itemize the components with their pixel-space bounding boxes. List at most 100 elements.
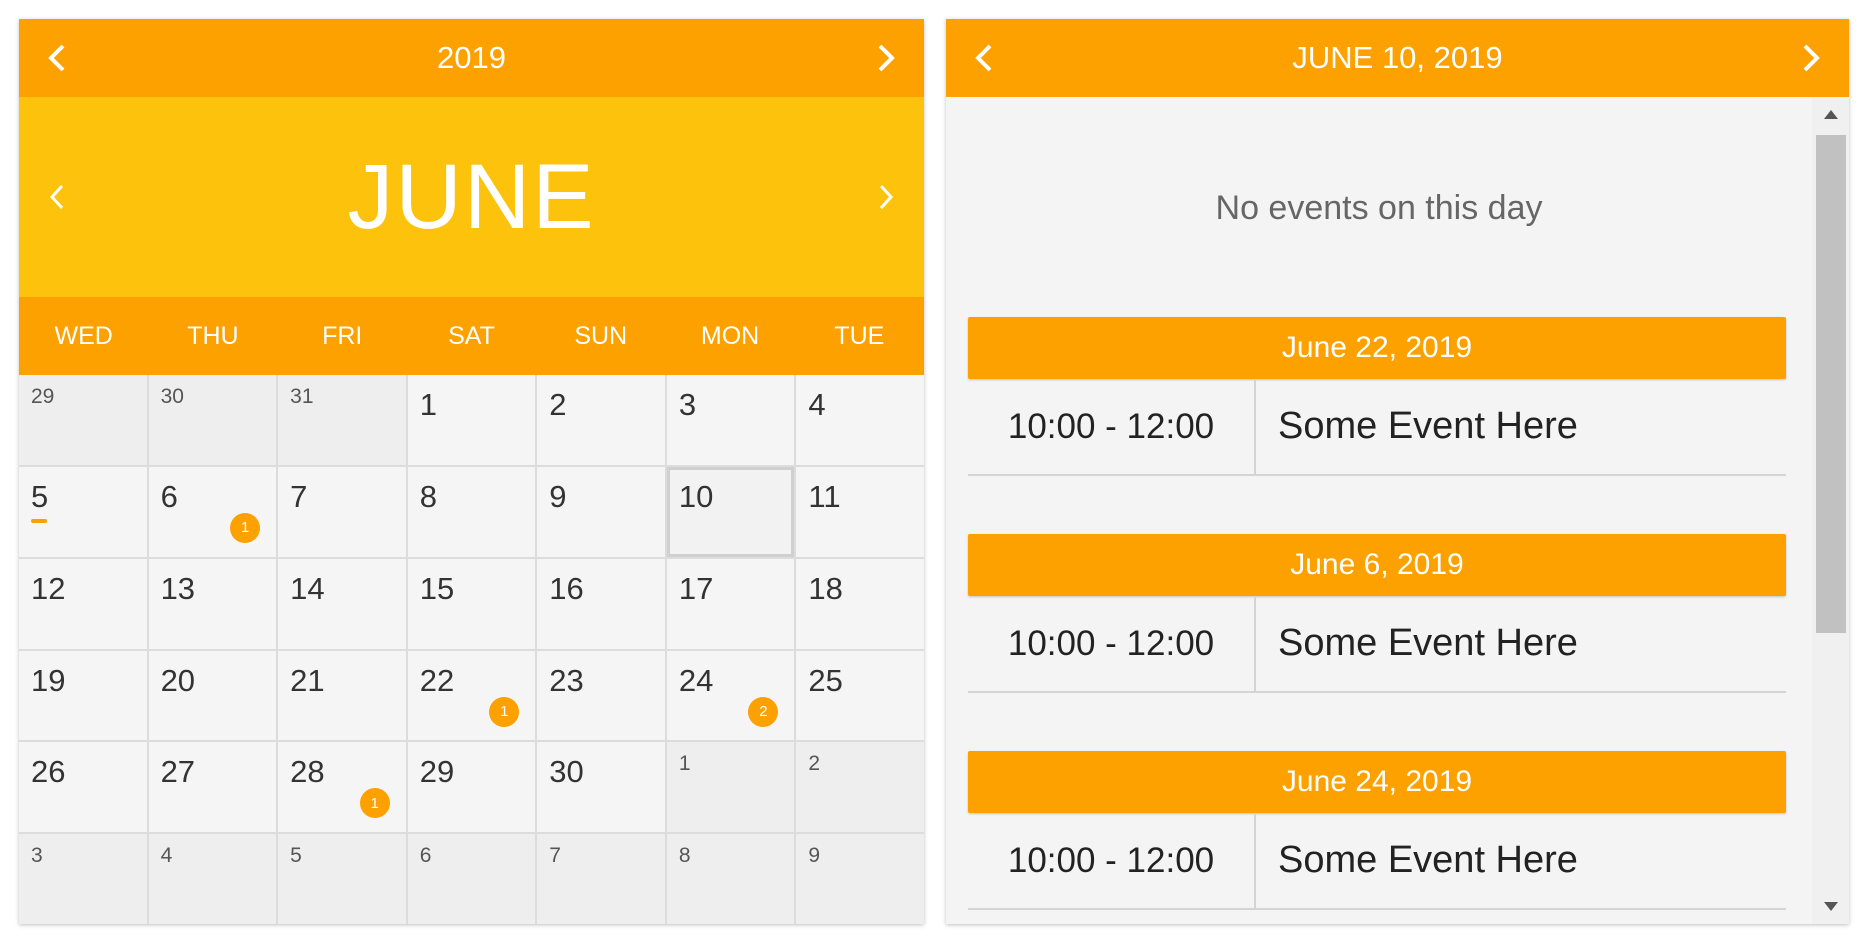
next-day-button[interactable] bbox=[1773, 19, 1849, 97]
day-number: 13 bbox=[160, 570, 196, 606]
event-row[interactable]: 10:00 - 12:00 Some Event Here bbox=[968, 813, 1786, 910]
day-cell[interactable]: 30 bbox=[148, 375, 277, 465]
event-title: Some Event Here bbox=[1278, 622, 1578, 664]
month-bar: JUNE bbox=[19, 97, 924, 297]
day-cell[interactable]: 1 bbox=[666, 742, 795, 833]
day-cell[interactable]: 30 bbox=[537, 742, 665, 833]
day-cell[interactable]: 8 bbox=[666, 834, 795, 924]
prev-month-button[interactable] bbox=[19, 97, 95, 297]
day-cell[interactable]: 17 bbox=[666, 558, 795, 649]
agenda-body: No events on this day June 22, 2019 10:00… bbox=[946, 97, 1849, 924]
day-number: 31 bbox=[290, 385, 314, 408]
day-cell[interactable]: 29 bbox=[407, 742, 536, 833]
day-number: 1 bbox=[678, 752, 691, 776]
day-number: 25 bbox=[808, 662, 843, 698]
weekday-label: SUN bbox=[574, 321, 628, 350]
year-bar: 2019 bbox=[19, 19, 924, 97]
day-cell[interactable]: 4 bbox=[148, 834, 277, 924]
weekday-header: WED THU FRI SAT SUN MON TUE bbox=[19, 297, 924, 375]
event-row[interactable]: 10:00 - 12:00 Some Event Here bbox=[968, 596, 1786, 693]
day-number: 27 bbox=[160, 754, 196, 790]
day-cell[interactable]: 3 bbox=[19, 834, 147, 924]
scroll-down-button[interactable] bbox=[1812, 890, 1849, 924]
day-cell[interactable]: 20 bbox=[148, 650, 277, 741]
day-number: 28 bbox=[290, 754, 325, 790]
event-row[interactable]: 10:00 - 12:00 Some Event Here bbox=[968, 379, 1786, 476]
day-cell[interactable]: 18 bbox=[796, 558, 924, 649]
day-number: 4 bbox=[160, 844, 173, 868]
day-number: 18 bbox=[808, 570, 843, 606]
scrollbar[interactable] bbox=[1812, 97, 1849, 924]
event-count-badge: 1 bbox=[359, 788, 390, 819]
day-number: 23 bbox=[549, 662, 584, 698]
agenda-date-label: JUNE 10, 2019 bbox=[1292, 40, 1503, 75]
day-number: 29 bbox=[31, 385, 55, 408]
agenda-panel: JUNE 10, 2019 No events on this day June… bbox=[946, 19, 1849, 924]
day-number: 3 bbox=[678, 387, 697, 422]
year-label: 2019 bbox=[437, 40, 506, 75]
day-cell[interactable]: 4 bbox=[796, 375, 924, 465]
day-number: 30 bbox=[549, 754, 584, 790]
scroll-up-button[interactable] bbox=[1812, 97, 1849, 131]
day-cell[interactable]: 6 bbox=[407, 834, 536, 924]
day-cell[interactable]: 5 bbox=[19, 466, 147, 557]
day-cell[interactable]: 31 bbox=[278, 375, 406, 465]
day-cell[interactable]: 9 bbox=[796, 834, 924, 924]
day-cell[interactable]: 11 bbox=[796, 466, 924, 557]
day-number: 5 bbox=[290, 844, 302, 868]
day-cell[interactable]: 16 bbox=[537, 558, 665, 649]
day-number: 26 bbox=[31, 754, 66, 790]
day-number: 7 bbox=[290, 478, 308, 514]
day-number: 11 bbox=[808, 478, 841, 514]
day-cell[interactable]: 8 bbox=[407, 466, 536, 557]
day-cell[interactable]: 19 bbox=[19, 650, 147, 741]
day-number: 20 bbox=[160, 662, 196, 698]
event-time: 10:00 - 12:00 bbox=[968, 813, 1256, 908]
day-cell[interactable]: 7 bbox=[278, 466, 406, 557]
day-cell[interactable]: 12 bbox=[19, 558, 147, 649]
day-number: 16 bbox=[549, 570, 584, 606]
day-cell[interactable]: 2 bbox=[537, 375, 665, 465]
day-cell[interactable]: 3 bbox=[666, 375, 795, 465]
day-cell[interactable]: 13 bbox=[148, 558, 277, 649]
event-group: June 22, 2019 10:00 - 12:00 Some Event Her… bbox=[968, 317, 1786, 476]
day-cell[interactable]: 10 bbox=[666, 466, 795, 557]
day-cell[interactable]: 21 bbox=[278, 650, 406, 741]
day-cell[interactable]: 9 bbox=[537, 466, 665, 557]
next-month-button[interactable] bbox=[848, 97, 924, 297]
event-list: June 22, 2019 10:00 - 12:00 Some Event Her… bbox=[968, 317, 1786, 924]
day-cell[interactable]: 29 bbox=[19, 375, 147, 465]
day-number: 7 bbox=[549, 844, 561, 868]
day-number: 2 bbox=[549, 387, 567, 422]
day-cell[interactable]: 24 2 bbox=[666, 650, 795, 741]
day-cell[interactable]: 61 bbox=[148, 466, 277, 557]
event-count-badge: 1 bbox=[489, 696, 520, 727]
day-grid: 29 30 31 1 2 3 4 5 6 1 7 8 9 10 11 12 13 14 15 16 17 18 19 20 21… bbox=[19, 375, 924, 924]
day-number: 10 bbox=[678, 478, 714, 514]
day-cell[interactable]: 5 bbox=[278, 834, 406, 924]
day-number: 30 bbox=[160, 385, 184, 408]
scroll-thumb[interactable] bbox=[1816, 135, 1846, 633]
next-year-button[interactable] bbox=[848, 19, 924, 97]
day-cell[interactable]: 2 bbox=[796, 742, 924, 833]
day-cell[interactable]: 28 1 bbox=[278, 742, 406, 833]
day-cell[interactable]: 26 bbox=[19, 742, 147, 833]
day-cell[interactable]: 1 bbox=[407, 375, 536, 465]
day-cell[interactable]: 14 bbox=[278, 558, 406, 649]
chevron-right-icon bbox=[879, 184, 894, 210]
event-group-date: June 6, 2019 bbox=[968, 534, 1786, 596]
day-cell[interactable]: 23 bbox=[537, 650, 665, 741]
day-cell[interactable]: 7 bbox=[537, 834, 665, 924]
prev-year-button[interactable] bbox=[19, 19, 95, 97]
day-cell[interactable]: 15 bbox=[407, 558, 536, 649]
event-group: June 6, 2019 10:00 - 12:00 Some Event Here bbox=[968, 534, 1786, 693]
prev-day-button[interactable] bbox=[946, 19, 1022, 97]
no-events-message: No events on this day bbox=[1215, 189, 1543, 227]
day-cell[interactable]: 27 bbox=[148, 742, 277, 833]
day-cell[interactable]: 22 1 bbox=[407, 650, 536, 741]
event-count-badge: 2 bbox=[748, 696, 779, 727]
chevron-left-icon bbox=[48, 44, 65, 72]
event-title: Some Event Here bbox=[1278, 405, 1578, 447]
day-cell[interactable]: 25 bbox=[796, 650, 924, 741]
event-group-date: June 24, 2019 bbox=[968, 751, 1786, 813]
